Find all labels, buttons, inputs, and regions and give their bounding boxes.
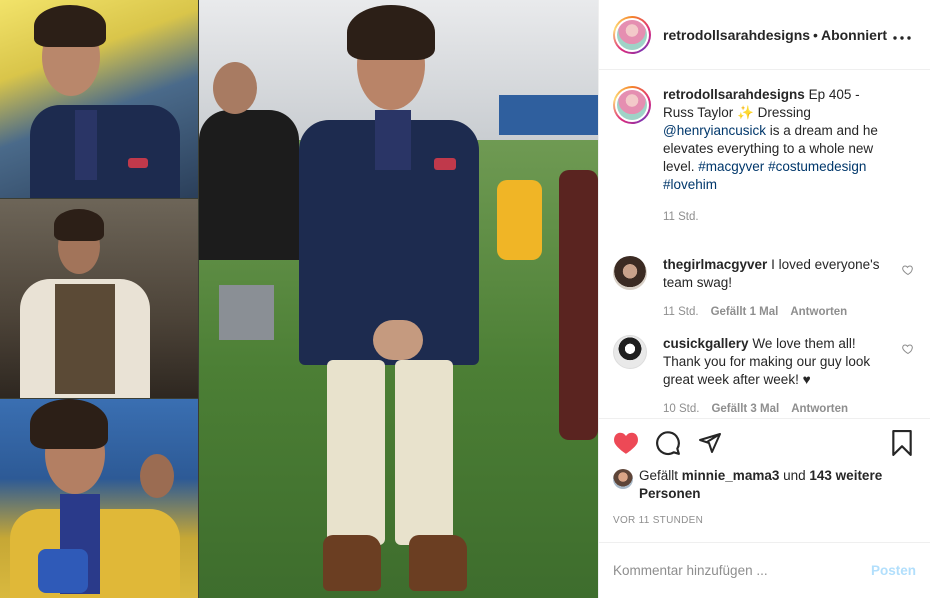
share-paper-plane-icon[interactable] bbox=[697, 431, 723, 455]
like-heart-icon[interactable] bbox=[613, 431, 639, 455]
collage-photo-top-left bbox=[0, 0, 198, 198]
commenter-avatar[interactable] bbox=[613, 256, 647, 290]
header-separator: • bbox=[813, 26, 818, 43]
add-comment-bar: Posten bbox=[599, 542, 930, 598]
post-header: retrodollsarahdesigns • Abonniert bbox=[599, 0, 930, 70]
comment-item: thegirlmacgyver I loved everyone's team … bbox=[613, 256, 914, 321]
reply-button[interactable]: Antworten bbox=[791, 400, 848, 418]
caption-meta: 11 Std. bbox=[663, 208, 894, 226]
post-side-panel: retrodollsarahdesigns • Abonniert retrodol… bbox=[598, 0, 930, 598]
hashtag-link-lovehim[interactable]: #lovehim bbox=[663, 177, 717, 192]
mention-link[interactable]: @henryiancusick bbox=[663, 123, 766, 138]
comment-input[interactable] bbox=[613, 563, 871, 578]
author-avatar[interactable] bbox=[613, 15, 651, 54]
bookmark-icon[interactable] bbox=[890, 430, 914, 456]
post-caption: retrodollsarahdesigns Ep 405 - Russ Tayl… bbox=[613, 86, 914, 242]
likes-middle: und bbox=[783, 468, 806, 483]
collage-photo-main bbox=[199, 0, 598, 598]
header-text: retrodollsarahdesigns • Abonniert bbox=[663, 27, 890, 43]
comments-list[interactable]: retrodollsarahdesigns Ep 405 - Russ Tayl… bbox=[599, 70, 930, 418]
post-actions: Gefällt minnie_mama3 und 143 weitere Per… bbox=[599, 418, 930, 542]
liker-username[interactable]: minnie_mama3 bbox=[682, 468, 780, 483]
comment-meta: 11 Std. Gefällt 1 Mal Antworten bbox=[663, 303, 894, 321]
comment-likes-count[interactable]: Gefällt 3 Mal bbox=[711, 400, 779, 418]
caption-avatar[interactable] bbox=[613, 86, 651, 124]
hashtag-link-costumedesign[interactable]: #costumedesign bbox=[768, 159, 866, 174]
author-username[interactable]: retrodollsarahdesigns bbox=[663, 27, 810, 43]
comment-meta: 10 Std. Gefällt 3 Mal Antworten bbox=[663, 400, 894, 418]
action-icons-row bbox=[613, 429, 914, 457]
comment-bubble-icon[interactable] bbox=[655, 430, 681, 456]
post-timestamp[interactable]: VOR 11 STUNDEN bbox=[613, 515, 914, 526]
caption-time[interactable]: 11 Std. bbox=[663, 208, 699, 226]
comment-likes-count[interactable]: Gefällt 1 Mal bbox=[711, 303, 779, 321]
comment-username[interactable]: thegirlmacgyver bbox=[663, 257, 767, 272]
comment-like-heart-icon[interactable] bbox=[902, 343, 914, 355]
post-comment-button[interactable]: Posten bbox=[871, 563, 916, 578]
comment-time[interactable]: 11 Std. bbox=[663, 303, 699, 321]
comment-like-heart-icon[interactable] bbox=[902, 264, 914, 276]
comment-username[interactable]: cusickgallery bbox=[663, 336, 749, 351]
post-photo-collage[interactable] bbox=[0, 0, 598, 598]
liker-avatar[interactable] bbox=[613, 469, 633, 489]
collage-photo-middle-left bbox=[0, 199, 198, 398]
reply-button[interactable]: Antworten bbox=[790, 303, 847, 321]
hashtag-link-macgyver[interactable]: #macgyver bbox=[698, 159, 764, 174]
more-horizontal-icon[interactable] bbox=[890, 24, 914, 45]
comment-item: cusickgallery We love them all! Thank yo… bbox=[613, 335, 914, 418]
collage-photo-bottom-left bbox=[0, 399, 198, 598]
likes-prefix: Gefällt bbox=[639, 468, 679, 483]
likes-summary: Gefällt minnie_mama3 und 143 weitere Per… bbox=[613, 467, 914, 503]
commenter-avatar[interactable] bbox=[613, 335, 647, 369]
caption-username[interactable]: retrodollsarahdesigns bbox=[663, 87, 805, 102]
instagram-post: retrodollsarahdesigns • Abonniert retrodol… bbox=[0, 0, 930, 598]
caption-text-after: Dressing bbox=[757, 105, 811, 120]
comment-time[interactable]: 10 Std. bbox=[663, 400, 699, 418]
follow-status-button[interactable]: Abonniert bbox=[821, 27, 887, 43]
sparkles-icon: ✨ bbox=[737, 105, 754, 120]
